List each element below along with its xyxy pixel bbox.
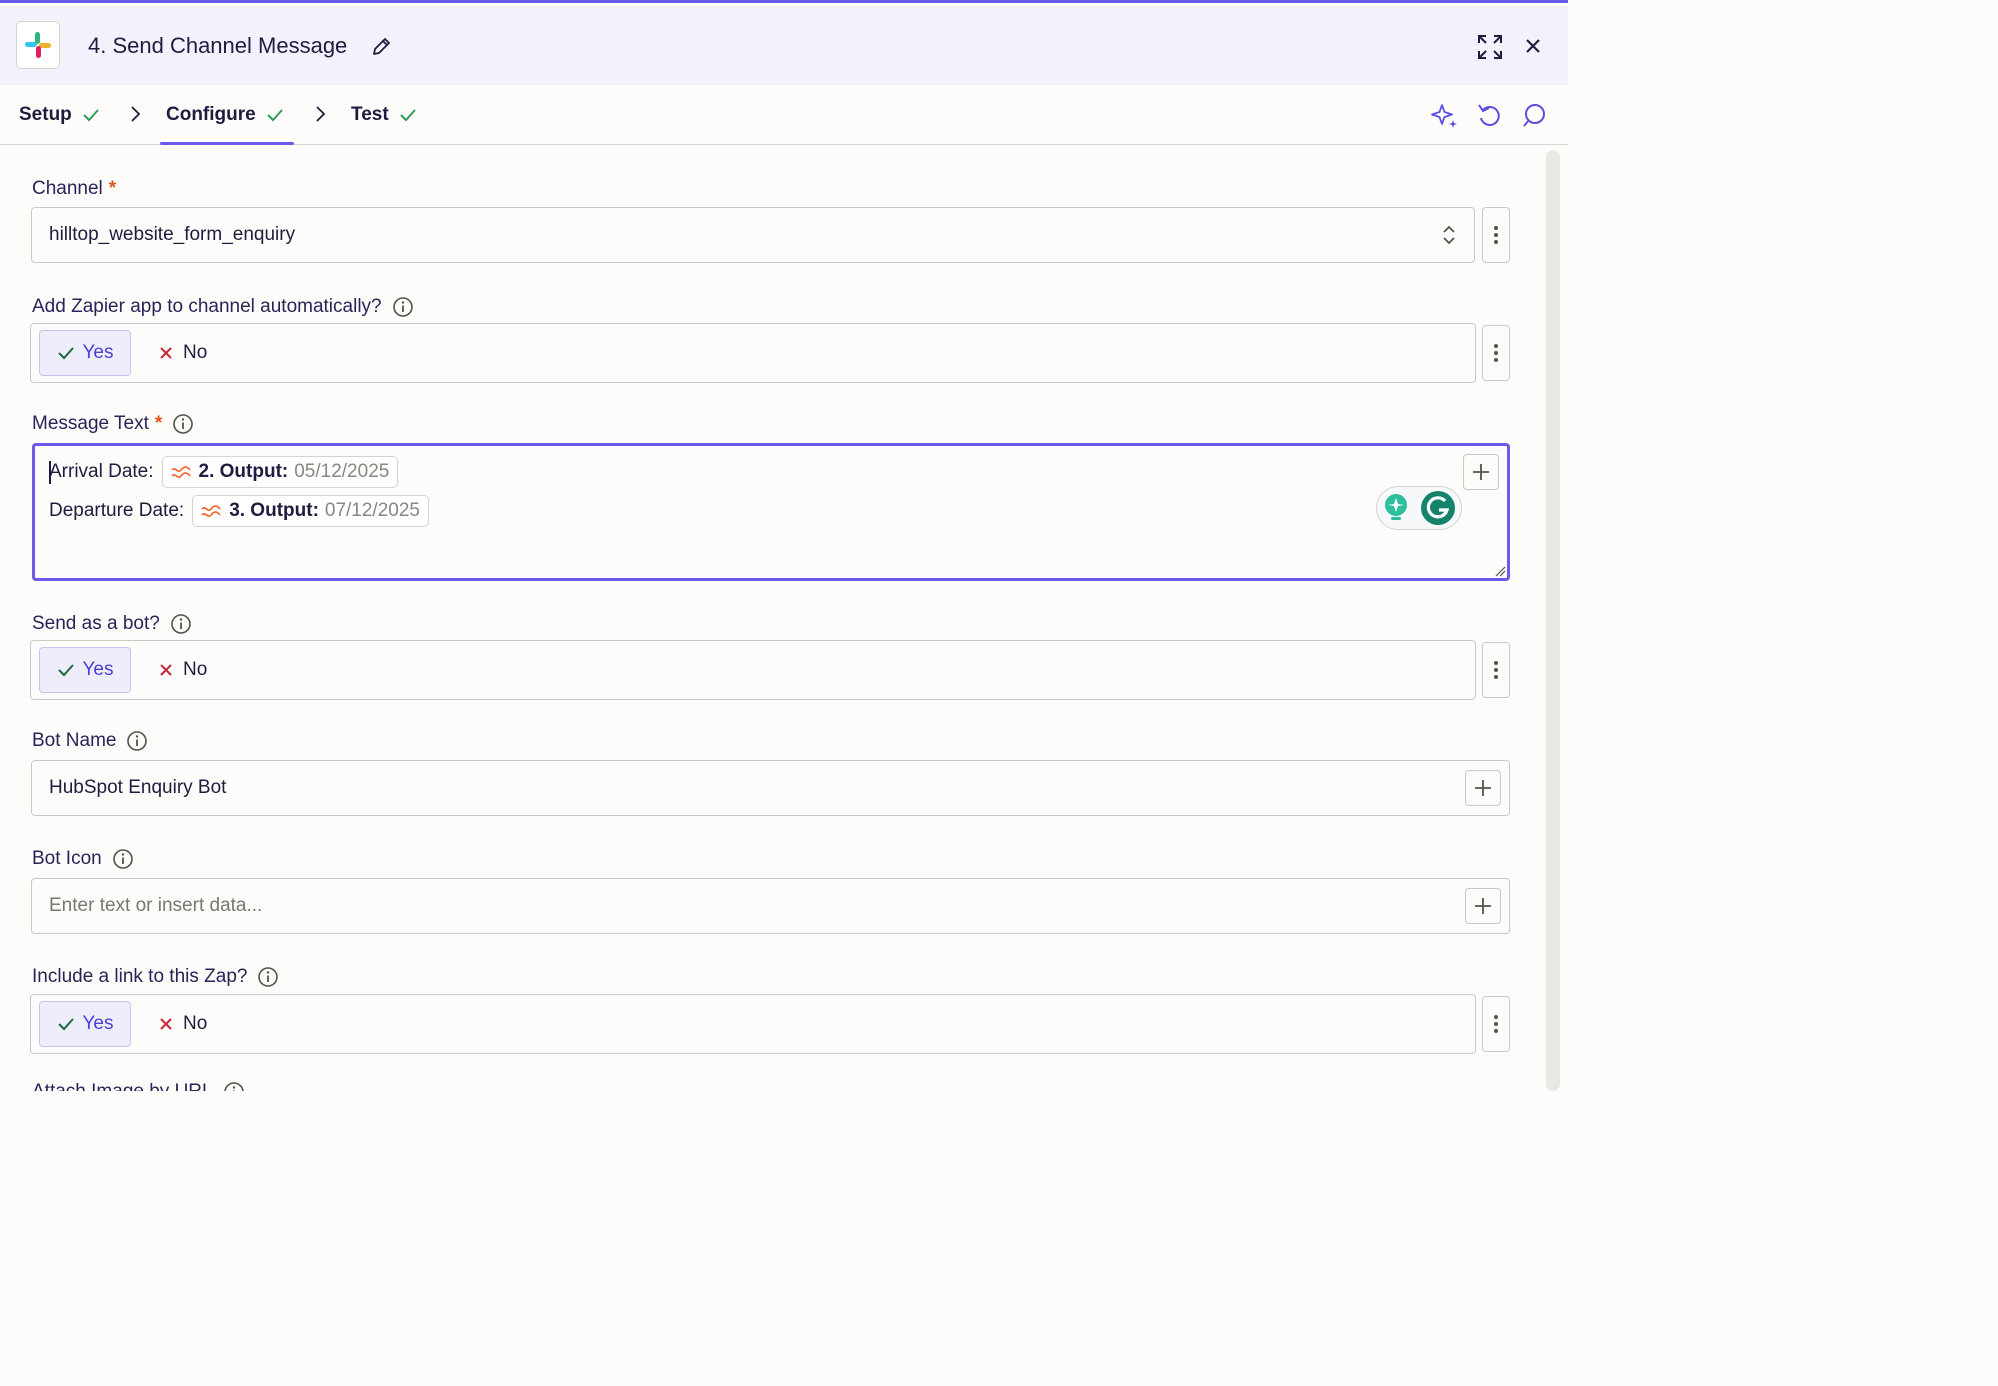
no-button[interactable]: No xyxy=(151,1001,215,1047)
check-icon xyxy=(57,347,74,360)
include-link-more-button[interactable] xyxy=(1482,996,1510,1052)
bot-name-value: HubSpot Enquiry Bot xyxy=(49,777,227,798)
channel-value: hilltop_website_form_enquiry xyxy=(49,224,296,245)
yes-button[interactable]: Yes xyxy=(39,647,131,693)
x-icon xyxy=(160,347,172,359)
info-icon[interactable] xyxy=(392,296,414,318)
insert-data-button[interactable] xyxy=(1465,770,1501,806)
message-line: Arrival Date: 2. Output: 05/12/2025 xyxy=(49,456,399,488)
bot-name-input[interactable]: HubSpot Enquiry Bot xyxy=(31,760,1510,816)
send-as-bot-label: Send as a bot? xyxy=(32,613,192,635)
yes-button[interactable]: Yes xyxy=(39,330,131,376)
grammarly-widget[interactable] xyxy=(1376,486,1462,530)
panel-header: 4. Send Channel Message xyxy=(0,6,1568,85)
grammarly-icon xyxy=(1421,491,1455,525)
plus-icon xyxy=(1475,780,1491,796)
tab-label: Test xyxy=(351,103,389,125)
lightbulb-icon xyxy=(1385,494,1407,520)
send-as-bot-more-button[interactable] xyxy=(1482,642,1510,698)
chevron-right-icon xyxy=(131,106,141,122)
step-editor-panel: 4. Send Channel Message Setup Configure … xyxy=(0,0,1568,1091)
no-button[interactable]: No xyxy=(151,647,215,693)
step-tabs: Setup Configure Test xyxy=(0,85,1568,145)
comment-icon[interactable] xyxy=(1520,102,1548,130)
data-pill[interactable]: 3. Output: 07/12/2025 xyxy=(192,495,429,527)
plus-icon xyxy=(1475,898,1491,914)
tab-setup[interactable]: Setup xyxy=(19,85,100,144)
resize-handle-icon[interactable] xyxy=(1494,565,1506,577)
message-text-input[interactable]: Arrival Date: 2. Output: 05/12/2025 Depa… xyxy=(32,443,1510,581)
x-icon xyxy=(160,1018,172,1030)
tab-configure[interactable]: Configure xyxy=(160,85,294,145)
chevron-updown-icon xyxy=(1443,225,1455,245)
more-vertical-icon xyxy=(1494,661,1498,679)
bot-icon-label: Bot Icon xyxy=(32,848,134,870)
bot-name-label: Bot Name xyxy=(32,730,148,752)
yes-button[interactable]: Yes xyxy=(39,1001,131,1047)
formatter-icon xyxy=(170,466,191,479)
tab-test[interactable]: Test xyxy=(351,85,417,144)
tab-label: Setup xyxy=(19,103,72,125)
edit-pencil-icon[interactable] xyxy=(370,36,392,58)
message-text-label: Message Text * xyxy=(32,413,194,435)
check-icon xyxy=(267,108,283,121)
insert-data-button[interactable] xyxy=(1465,888,1501,924)
chevron-right-icon xyxy=(316,106,326,122)
tab-label: Configure xyxy=(166,103,256,125)
more-vertical-icon xyxy=(1494,226,1498,244)
expand-icon[interactable] xyxy=(1476,33,1504,61)
more-vertical-icon xyxy=(1494,1015,1498,1033)
check-icon xyxy=(399,108,416,121)
formatter-icon xyxy=(201,505,221,518)
info-icon[interactable] xyxy=(126,730,148,752)
bot-icon-input[interactable]: Enter text or insert data... xyxy=(31,878,1510,934)
check-icon xyxy=(57,1018,74,1031)
add-app-label: Add Zapier app to channel automatically? xyxy=(32,296,414,318)
x-icon xyxy=(160,664,172,676)
channel-more-button[interactable] xyxy=(1482,207,1510,263)
check-icon xyxy=(57,664,74,677)
include-link-toggle: Yes No xyxy=(30,994,1476,1054)
attach-image-label: Attach Image by URL xyxy=(32,1081,245,1091)
more-vertical-icon xyxy=(1494,344,1498,362)
send-as-bot-toggle: Yes No xyxy=(30,640,1476,700)
info-icon[interactable] xyxy=(223,1081,245,1091)
add-app-more-button[interactable] xyxy=(1482,325,1510,381)
sparkle-icon[interactable] xyxy=(1430,102,1460,130)
info-icon[interactable] xyxy=(170,613,192,635)
check-icon xyxy=(83,108,99,121)
scrollbar[interactable] xyxy=(1546,150,1560,1091)
info-icon[interactable] xyxy=(172,413,194,435)
channel-select[interactable]: hilltop_website_form_enquiry xyxy=(31,207,1475,263)
undo-icon[interactable] xyxy=(1476,102,1504,130)
plus-icon xyxy=(1473,464,1489,480)
configure-form: Channel * hilltop_website_form_enquiry Ad… xyxy=(0,146,1540,1091)
info-icon[interactable] xyxy=(257,966,279,988)
data-pill[interactable]: 2. Output: 05/12/2025 xyxy=(161,456,399,488)
message-line: Departure Date: 3. Output: 07/12/2025 xyxy=(49,495,429,527)
channel-label: Channel * xyxy=(32,178,117,199)
slack-logo-icon xyxy=(16,21,60,69)
step-title: 4. Send Channel Message xyxy=(88,33,348,58)
no-button[interactable]: No xyxy=(151,330,215,376)
bot-icon-placeholder: Enter text or insert data... xyxy=(49,895,263,916)
insert-data-button[interactable] xyxy=(1463,454,1499,490)
info-icon[interactable] xyxy=(112,848,134,870)
close-icon[interactable] xyxy=(1524,37,1542,55)
add-app-toggle: Yes No xyxy=(30,323,1476,383)
include-link-label: Include a link to this Zap? xyxy=(32,966,279,988)
